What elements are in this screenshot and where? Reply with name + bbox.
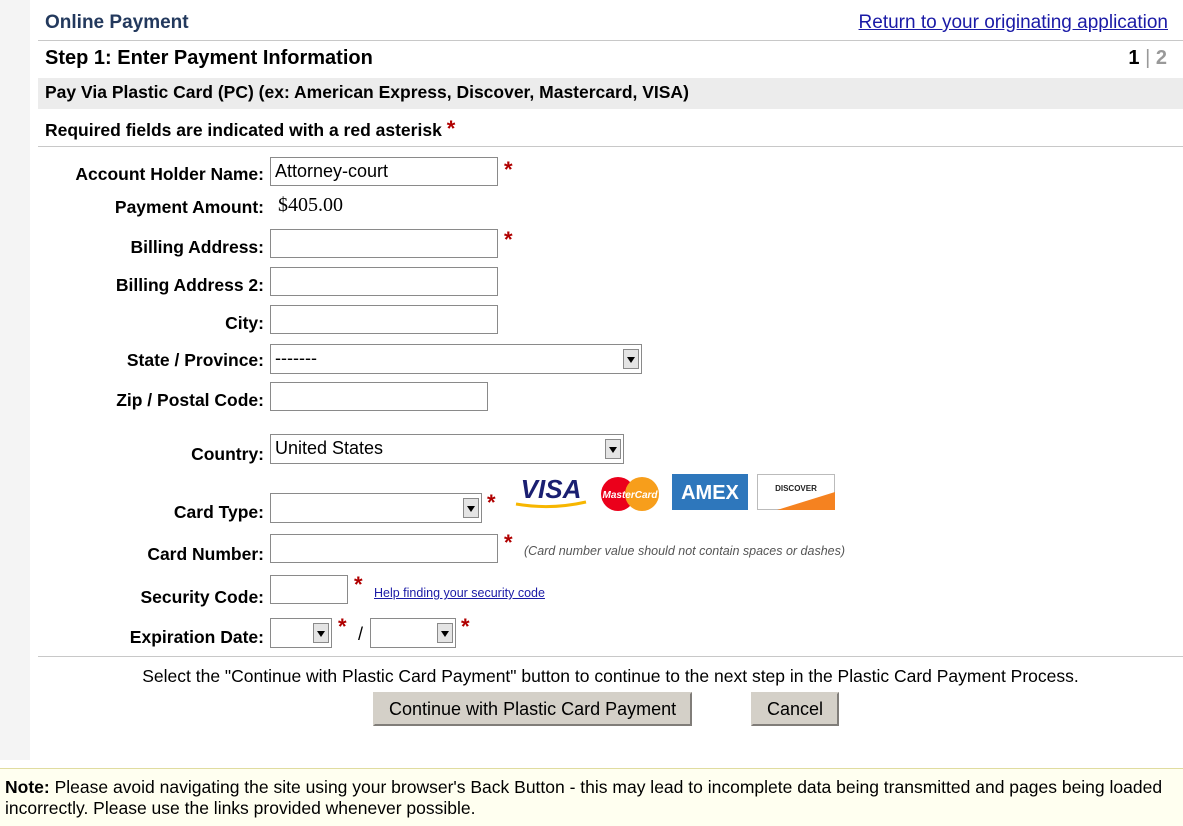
- note-text: Note: Please avoid navigating the site u…: [5, 777, 1180, 819]
- left-margin-bar: [0, 0, 30, 760]
- payment-amount-value: $405.00: [278, 194, 343, 216]
- card-type-label: Card Type:: [173, 502, 264, 522]
- country-select[interactable]: United States: [270, 434, 624, 464]
- country-label: Country:: [191, 444, 264, 464]
- discover-logo: DISCOVER: [757, 474, 835, 510]
- step-next: 2: [1155, 47, 1167, 69]
- card-number-required: *: [504, 530, 513, 555]
- billing-address2-label: Billing Address 2:: [115, 275, 264, 295]
- state-selected-value: -------: [275, 348, 317, 368]
- billing-address-label: Billing Address:: [130, 237, 264, 257]
- cancel-button[interactable]: Cancel: [751, 692, 840, 726]
- city-input[interactable]: [270, 305, 498, 334]
- security-code-required: *: [354, 572, 363, 597]
- expiration-label: Expiration Date:: [129, 627, 264, 647]
- billing-address-input[interactable]: [270, 229, 498, 258]
- continue-button[interactable]: Continue with Plastic Card Payment: [373, 692, 693, 726]
- expiration-month-select[interactable]: [270, 618, 332, 648]
- mastercard-logo-text: MasterCard: [602, 490, 658, 501]
- expiration-year-required: *: [461, 614, 470, 639]
- zip-label: Zip / Postal Code:: [116, 390, 264, 410]
- state-label: State / Province:: [126, 350, 264, 370]
- account-holder-label: Account Holder Name:: [75, 164, 264, 184]
- step-current: 1: [1128, 47, 1140, 69]
- chevron-down-icon: [313, 623, 329, 643]
- card-number-input[interactable]: [270, 534, 498, 563]
- billing-address2-input[interactable]: [270, 267, 498, 296]
- zip-input[interactable]: [270, 382, 488, 411]
- security-code-label: Security Code:: [140, 587, 265, 607]
- expiration-year-select[interactable]: [370, 618, 456, 648]
- chevron-down-icon: [605, 439, 621, 459]
- required-note-text: Required fields are indicated with a red…: [45, 120, 442, 140]
- payment-amount-label: Payment Amount:: [114, 197, 264, 217]
- security-code-input[interactable]: [270, 575, 348, 604]
- expiration-separator: /: [358, 624, 364, 644]
- form-divider: [38, 146, 1183, 147]
- card-number-hint: (Card number value should not contain sp…: [524, 544, 846, 558]
- step-indicator: 1 | 2: [1128, 47, 1167, 70]
- security-code-help-link[interactable]: Help finding your security code: [374, 586, 545, 600]
- return-link[interactable]: Return to your originating application: [859, 12, 1168, 34]
- state-select[interactable]: -------: [270, 344, 642, 374]
- required-note: Required fields are indicated with a red…: [45, 118, 455, 141]
- actions-divider: [38, 656, 1183, 657]
- visa-logo-text: VISA: [521, 474, 582, 504]
- chevron-down-icon: [463, 498, 479, 518]
- step-title: Step 1: Enter Payment Information: [45, 47, 373, 69]
- account-holder-input[interactable]: Attorney-court: [270, 157, 498, 186]
- mastercard-logo: MasterCard: [594, 476, 666, 512]
- card-type-required: *: [487, 490, 496, 515]
- city-label: City:: [225, 313, 264, 333]
- expiration-month-required: *: [338, 614, 347, 639]
- billing-address-required: *: [504, 227, 513, 252]
- country-selected-value: United States: [275, 438, 384, 458]
- note-label: Note:: [5, 777, 50, 797]
- payment-method-text: Pay Via Plastic Card (PC) (ex: American …: [45, 82, 689, 102]
- amex-logo: AMEX: [672, 474, 748, 510]
- chevron-down-icon: [623, 349, 639, 369]
- title-divider: [38, 40, 1183, 41]
- page-title: Online Payment: [45, 12, 189, 33]
- required-asterisk: *: [446, 116, 456, 141]
- step-separator: |: [1145, 47, 1151, 69]
- card-type-select[interactable]: [270, 493, 482, 523]
- amex-logo-text: AMEX: [681, 482, 739, 504]
- account-holder-required: *: [504, 157, 513, 182]
- continue-instructions: Select the "Continue with Plastic Card P…: [142, 666, 1079, 686]
- card-number-label: Card Number:: [147, 544, 264, 564]
- discover-logo-text: DISCOVER: [775, 484, 817, 493]
- note-body: Please avoid navigating the site using y…: [5, 777, 1163, 818]
- visa-logo: VISA: [512, 474, 590, 510]
- chevron-down-icon: [437, 623, 453, 643]
